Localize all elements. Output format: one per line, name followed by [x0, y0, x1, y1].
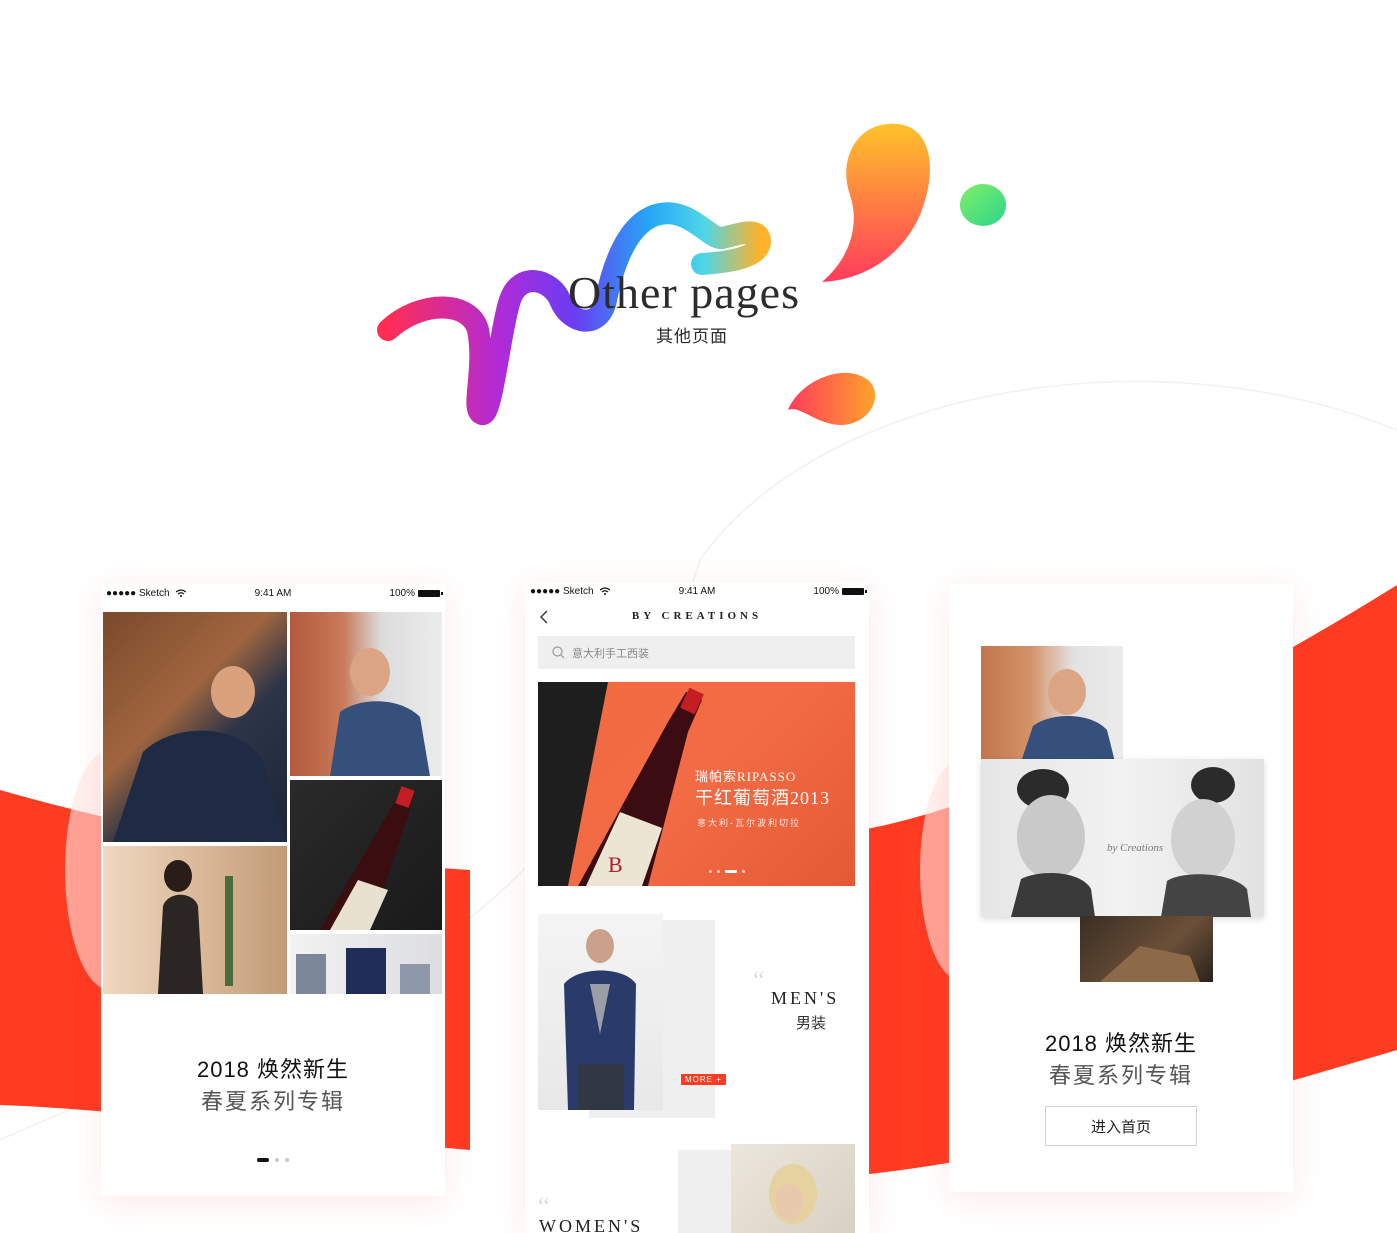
- banner-origin: 意大利-瓦尔波利切拉: [697, 818, 801, 828]
- women-section-backdrop: [678, 1150, 738, 1233]
- phone-screen-splash: ●●●●● Sketch 9:41 AM 100% 2018 焕然新生 春夏系列…: [101, 584, 445, 1196]
- phone-screen-intro: by Creations 2018 焕然新生 春夏系列专辑 进入首页: [949, 584, 1293, 1192]
- banner-product: 干红葡萄酒2013: [695, 788, 830, 808]
- splash-caption-title: 2018 焕然新生: [196, 1057, 350, 1082]
- banner-headline: 瑞帕索RIPASSO: [695, 769, 797, 784]
- banner-pager-dots[interactable]: [598, 870, 855, 873]
- search-placeholder: 意大利手工西装: [572, 647, 649, 660]
- photo-men-model[interactable]: [538, 914, 663, 1110]
- photo-man-portrait: [981, 646, 1123, 762]
- men-section-title: MEN'S: [771, 988, 840, 1008]
- svg-text:by Creations: by Creations: [1107, 842, 1163, 854]
- orange-drop: [822, 123, 930, 283]
- pager-dot[interactable]: [285, 1158, 289, 1162]
- women-section-title: WOMEN'S: [539, 1216, 644, 1233]
- phone-screen-home: ●●●●● Sketch 9:41 AM 100% BY CREATIONS 意…: [525, 582, 869, 1233]
- pager-dot[interactable]: [724, 870, 737, 873]
- search-icon: [552, 646, 565, 659]
- men-more-button[interactable]: MORE +: [681, 1074, 726, 1085]
- pager-dot[interactable]: [708, 870, 712, 873]
- bottom-drop: [788, 372, 876, 425]
- green-blob: [960, 184, 1006, 226]
- pager-dot[interactable]: [716, 870, 720, 873]
- photo-women-model[interactable]: [731, 1144, 855, 1233]
- status-bar: ●●●●● Sketch 9:41 AM 100%: [525, 582, 869, 604]
- pager-dot[interactable]: [741, 870, 745, 873]
- search-input[interactable]: 意大利手工西装: [538, 636, 855, 669]
- hero-subtitle: 其他页面: [656, 327, 728, 346]
- photo-man-sofa: [103, 612, 287, 842]
- photo-store: [290, 934, 442, 994]
- enter-home-button[interactable]: 进入首页: [1045, 1106, 1197, 1146]
- quote-icon: “: [753, 966, 765, 995]
- hero-title: Other pages: [568, 267, 800, 318]
- nav-title: BY CREATIONS: [631, 610, 763, 622]
- men-section-subtitle: 男装: [796, 1015, 827, 1032]
- battery-label: 100%: [813, 586, 839, 597]
- intro-caption-title: 2018 焕然新生: [1044, 1031, 1198, 1056]
- photo-tailor-hands: [1080, 916, 1213, 982]
- pager-dot[interactable]: [275, 1158, 279, 1162]
- battery-label: 100%: [389, 588, 415, 599]
- splash-caption-subtitle: 春夏系列专辑: [200, 1089, 345, 1114]
- svg-text:B: B: [608, 852, 623, 877]
- battery-icon: [418, 590, 443, 597]
- pager-dot[interactable]: [257, 1158, 269, 1162]
- photo-woman-suit: [103, 846, 287, 994]
- battery-icon: [842, 588, 867, 595]
- status-bar: ●●●●● Sketch 9:41 AM 100%: [101, 584, 445, 606]
- photo-man-brick: [290, 612, 442, 776]
- photo-couple-bw: by Creations: [981, 759, 1264, 917]
- promo-banner[interactable]: B 瑞帕索RIPASSO 干红葡萄酒2013 意大利-瓦尔波利切拉: [538, 682, 855, 886]
- photo-wine-bottle: [290, 780, 442, 930]
- intro-caption-subtitle: 春夏系列专辑: [1048, 1063, 1193, 1088]
- pager-dots[interactable]: [101, 1158, 445, 1162]
